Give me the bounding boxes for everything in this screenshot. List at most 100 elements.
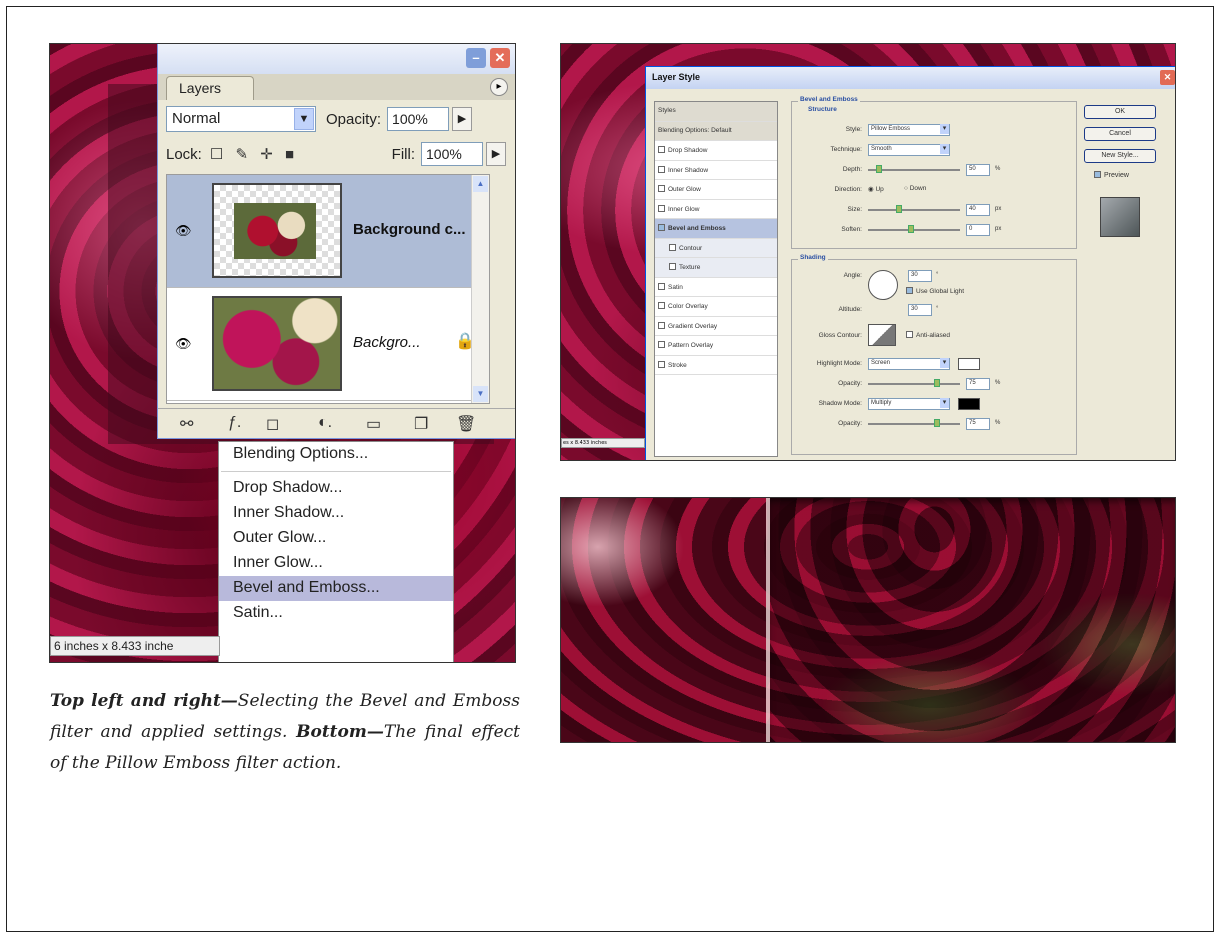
lock-move-icon[interactable]: ✛ [260, 145, 273, 163]
fill-arrow-icon[interactable]: ▶ [486, 142, 506, 166]
style-item-stroke[interactable]: Stroke [655, 356, 777, 375]
document-status: 6 inches x 8.433 inche [50, 636, 220, 656]
menu-separator [221, 471, 451, 472]
layer-style-icon[interactable]: ƒ. [228, 414, 241, 432]
group-title-structure: Structure [806, 106, 839, 113]
blend-mode-value: Normal [172, 110, 221, 127]
layer-list: 👁 Background c... 👁 Backgro... 🔒 ▲ ▼ [166, 174, 490, 404]
shadow-opacity-unit: % [995, 420, 1001, 426]
style-item-gradient-overlay[interactable]: Gradient Overlay [655, 317, 777, 336]
highlight-opacity-slider[interactable] [868, 379, 960, 387]
menu-item-bevel-emboss[interactable]: Bevel and Emboss... [219, 576, 453, 601]
fill-input[interactable]: 100% [421, 142, 483, 166]
shadow-opacity-row: Opacity: 75 % [792, 418, 1076, 432]
menu-item-blending-options[interactable]: Blending Options... [219, 442, 453, 467]
lock-all-icon[interactable]: ■ [285, 146, 294, 163]
shadow-mode-label: Shadow Mode: [818, 400, 862, 407]
depth-slider[interactable] [868, 165, 960, 173]
scroll-down-icon[interactable]: ▼ [473, 386, 488, 402]
layers-panel: – ✕ Layers ▸ Normal ▼ Opacity: 100% ▶ Lo… [157, 44, 515, 439]
highlight-color-swatch[interactable] [958, 358, 980, 370]
layer-thumbnail [212, 296, 342, 391]
layer-row-background-copy[interactable]: 👁 Background c... [167, 175, 489, 288]
opacity-input[interactable]: 100% [387, 107, 450, 131]
chevron-down-icon[interactable]: ▼ [294, 108, 314, 130]
direction-down-radio[interactable]: ○ Down [904, 185, 926, 192]
new-group-icon[interactable]: ▭ [366, 414, 381, 434]
anti-aliased-checkbox[interactable]: Anti-aliased [906, 331, 950, 339]
use-global-light-checkbox[interactable]: Use Global Light [906, 287, 964, 295]
depth-input[interactable]: 50 [966, 164, 990, 176]
shadow-opacity-input[interactable]: 75 [966, 418, 990, 430]
close-icon[interactable]: ✕ [490, 48, 510, 68]
angle-input[interactable]: 30 [908, 270, 932, 282]
menu-item-outer-glow[interactable]: Outer Glow... [219, 526, 453, 551]
layer-mask-icon[interactable]: ◻ [266, 414, 279, 434]
fill-label: Fill: [391, 145, 415, 163]
menu-item-inner-shadow[interactable]: Inner Shadow... [219, 501, 453, 526]
layer-row-background[interactable]: 👁 Backgro... 🔒 [167, 288, 489, 401]
lock-options: ☐ ✎ ✛ ■ [202, 145, 294, 163]
style-select[interactable]: Pillow Emboss [868, 124, 950, 136]
shadow-color-swatch[interactable] [958, 398, 980, 410]
tab-layers[interactable]: Layers [166, 76, 254, 100]
depth-row: Depth: 50 % [792, 164, 1076, 178]
cancel-button[interactable]: Cancel [1084, 127, 1156, 141]
style-item-inner-glow[interactable]: Inner Glow [655, 200, 777, 219]
opacity-arrow-icon[interactable]: ▶ [452, 107, 473, 131]
menu-item-satin[interactable]: Satin... [219, 601, 453, 626]
gloss-contour-row: Gloss Contour: Anti-aliased [792, 324, 1076, 346]
soften-label: Soften: [841, 226, 862, 233]
shadow-opacity-label: Opacity: [838, 420, 862, 427]
trash-icon[interactable]: 🗑 [456, 414, 476, 434]
menu-item-inner-glow[interactable]: Inner Glow... [219, 551, 453, 576]
highlight-mode-select[interactable]: Screen [868, 358, 950, 370]
soften-row: Soften: 0 px [792, 224, 1076, 238]
size-slider[interactable] [868, 205, 960, 213]
new-layer-icon[interactable]: ❐ [414, 414, 428, 434]
style-item-inner-shadow[interactable]: Inner Shadow [655, 161, 777, 180]
lock-row: Lock: ☐ ✎ ✛ ■ Fill: 100% ▶ [166, 142, 506, 166]
eye-icon[interactable]: 👁 [175, 223, 195, 238]
direction-up-radio[interactable]: ◉ Up [868, 185, 884, 193]
ok-button[interactable]: OK [1084, 105, 1156, 119]
new-style-button[interactable]: New Style... [1084, 149, 1156, 163]
style-item-contour[interactable]: Contour [655, 238, 777, 258]
style-item-satin[interactable]: Satin [655, 278, 777, 297]
shadow-mode-select[interactable]: Multiply [868, 398, 950, 410]
blending-options-item[interactable]: Blending Options: Default [655, 121, 777, 141]
lock-transparency-icon[interactable]: ☐ [210, 145, 223, 163]
final-effect-photo [560, 497, 1176, 743]
preview-checkbox[interactable]: Preview [1094, 171, 1129, 179]
close-icon[interactable]: ✕ [1160, 70, 1175, 85]
link-layers-icon[interactable]: ⚯ [180, 414, 193, 434]
minimize-icon[interactable]: – [466, 48, 486, 68]
altitude-input[interactable]: 30 [908, 304, 932, 316]
eye-icon[interactable]: 👁 [175, 336, 195, 351]
style-item-color-overlay[interactable]: Color Overlay [655, 297, 777, 317]
style-item-outer-glow[interactable]: Outer Glow [655, 180, 777, 200]
highlight-opacity-input[interactable]: 75 [966, 378, 990, 390]
gloss-contour-swatch[interactable] [868, 324, 896, 346]
style-item-bevel-emboss[interactable]: Bevel and Emboss [655, 219, 777, 239]
adjustment-layer-icon[interactable]: ◐. [318, 414, 332, 432]
layer-list-scrollbar[interactable]: ▲ ▼ [471, 175, 489, 403]
style-item-pattern-overlay[interactable]: Pattern Overlay [655, 336, 777, 356]
angle-unit: ° [936, 272, 939, 278]
menu-item-drop-shadow[interactable]: Drop Shadow... [219, 476, 453, 501]
caption-lead-top: Top left and right— [50, 691, 238, 711]
style-item-texture[interactable]: Texture [655, 258, 777, 278]
scroll-up-icon[interactable]: ▲ [473, 176, 488, 192]
blend-mode-select[interactable]: Normal ▼ [166, 106, 316, 132]
styles-header[interactable]: Styles [655, 102, 777, 122]
shadow-opacity-slider[interactable] [868, 419, 960, 427]
lock-paint-icon[interactable]: ✎ [235, 145, 248, 163]
soften-slider[interactable] [868, 225, 960, 233]
depth-label: Depth: [842, 166, 862, 173]
panel-menu-icon[interactable]: ▸ [490, 78, 508, 96]
technique-select[interactable]: Smooth [868, 144, 950, 156]
style-item-drop-shadow[interactable]: Drop Shadow [655, 141, 777, 161]
size-input[interactable]: 40 [966, 204, 990, 216]
bevel-emboss-group: Bevel and Emboss Structure Style: Pillow… [791, 96, 1077, 249]
soften-input[interactable]: 0 [966, 224, 990, 236]
